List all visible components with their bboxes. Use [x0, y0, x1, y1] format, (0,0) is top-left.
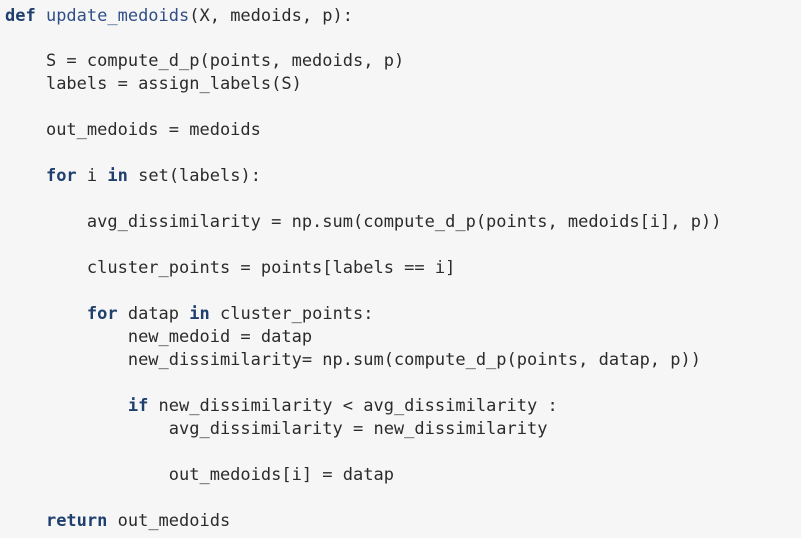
- code-line-indent: [5, 304, 87, 324]
- code-line-indent: [5, 465, 169, 485]
- keyword-for: for: [86, 304, 128, 324]
- code-line-def: def update_medoids(X, medoids, p):: [5, 5, 353, 28]
- code-line-indent: [5, 212, 87, 232]
- code-text: avg_dissimilarity = new_dissimilarity: [168, 419, 548, 439]
- code-line-indent: [5, 511, 46, 531]
- keyword-in: in: [189, 304, 220, 324]
- code-line-indent: [5, 396, 128, 416]
- code-text: i: [86, 166, 108, 186]
- keyword-if: if: [127, 396, 159, 416]
- code-line-cluster-points: cluster_points = points[labels == i]: [5, 257, 455, 280]
- code-text: cluster_points = points[labels == i]: [86, 258, 456, 278]
- code-text: out_medoids: [117, 511, 231, 531]
- code-line-if-compare: if new_dissimilarity < avg_dissimilarity…: [5, 395, 558, 418]
- code-text: set(labels):: [138, 166, 261, 186]
- code-line-indent: [5, 327, 128, 347]
- code-line-out-medoids: out_medoids = medoids: [5, 119, 261, 142]
- code-line-update-avg: avg_dissimilarity = new_dissimilarity: [5, 418, 548, 441]
- code-text: datap: [127, 304, 190, 324]
- code-text: new_dissimilarity < avg_dissimilarity :: [158, 396, 558, 416]
- code-line-update-out-medoids: out_medoids[i] = datap: [5, 464, 394, 487]
- code-line-new-medoid: new_medoid = datap: [5, 326, 312, 349]
- keyword-return: return: [45, 511, 118, 531]
- code-line-for-datap: for datap in cluster_points:: [5, 303, 374, 326]
- code-line-indent: [5, 350, 128, 370]
- code-line-for-labels: for i in set(labels):: [5, 165, 261, 188]
- code-text: out_medoids[i] = datap: [168, 465, 394, 485]
- code-block: def update_medoids(X, medoids, p): S = c…: [0, 0, 801, 538]
- code-line-new-dissimilarity: new_dissimilarity= np.sum(compute_d_p(po…: [5, 349, 701, 372]
- code-text: cluster_points:: [219, 304, 374, 324]
- code-line-indent: [5, 51, 46, 71]
- code-text: new_dissimilarity= np.sum(compute_d_p(po…: [127, 350, 701, 370]
- code-line-indent: [5, 166, 46, 186]
- code-text: avg_dissimilarity = np.sum(compute_d_p(p…: [86, 212, 722, 232]
- code-text: (X, medoids, p):: [189, 6, 354, 26]
- code-line-return: return out_medoids: [5, 510, 230, 533]
- keyword-in: in: [107, 166, 139, 186]
- keyword-def: def: [5, 6, 46, 26]
- function-name: update_medoids: [45, 6, 190, 26]
- code-text: labels = assign_labels(S): [45, 74, 302, 94]
- code-line-indent: [5, 120, 46, 140]
- code-text: new_medoid = datap: [127, 327, 313, 347]
- code-text: out_medoids = medoids: [45, 120, 261, 140]
- code-line-indent: [5, 258, 87, 278]
- code-line-indent: [5, 74, 46, 94]
- code-line-assign-labels: labels = assign_labels(S): [5, 73, 302, 96]
- code-line-avg-dissimilarity: avg_dissimilarity = np.sum(compute_d_p(p…: [5, 211, 722, 234]
- code-line-compute-s: S = compute_d_p(points, medoids, p): [5, 50, 404, 73]
- code-text: S = compute_d_p(points, medoids, p): [45, 51, 405, 71]
- code-line-indent: [5, 419, 169, 439]
- keyword-for: for: [45, 166, 87, 186]
